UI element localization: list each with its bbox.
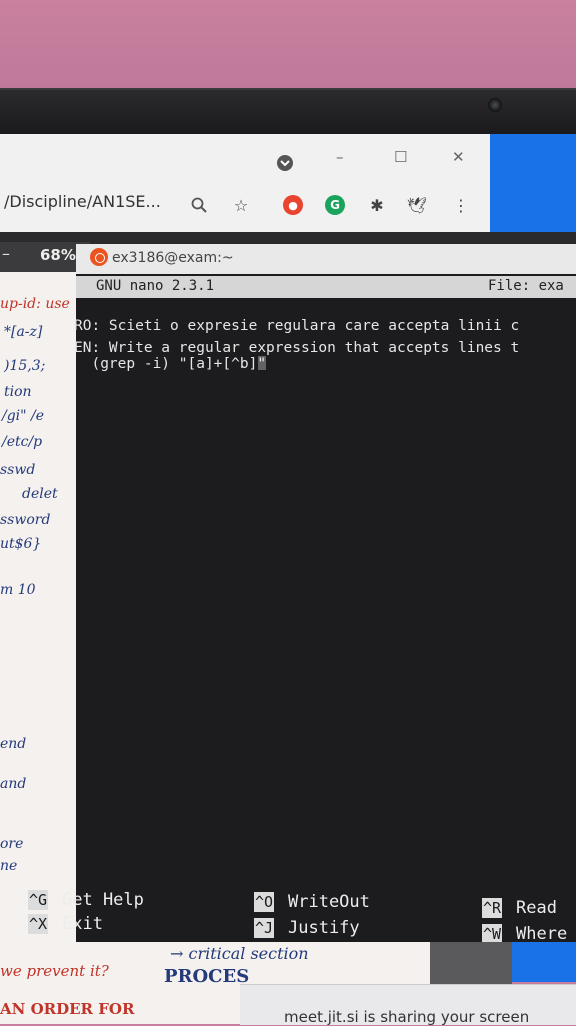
terminal-title: ex3186@exam:~ [112,250,234,266]
desktop-background [512,942,576,982]
extension-shield-icon[interactable]: ● [282,194,304,216]
grammarly-icon[interactable]: G [324,194,346,216]
shortcut-justify[interactable]: Justify [288,918,360,938]
note-line: /gi" /e [2,408,45,424]
address-bar-url[interactable]: /Discipline/AN1SE... [4,192,161,211]
note-line: we prevent it? [0,962,109,980]
profile-dropdown-icon[interactable] [276,154,294,176]
search-icon[interactable] [188,194,210,216]
text-cursor [258,356,267,370]
ubuntu-logo-icon [90,248,108,266]
note-line: ssword [0,512,51,528]
shortcut-key-writeout: ^O [254,892,275,912]
profile-avatar-icon[interactable]: 🕊 [406,194,428,216]
webcam-icon [488,98,502,112]
background-wall [0,0,576,92]
note-line: AN ORDER FOR [0,1000,135,1018]
note-line: m 10 [0,582,36,598]
zoom-out-button[interactable]: – [2,244,10,263]
note-line: tion [4,384,32,400]
shortcut-where[interactable]: Where [516,924,567,944]
close-button[interactable]: ✕ [452,148,465,166]
note-line: ut$6} [0,536,42,552]
note-line: ne [0,858,18,874]
shortcut-key-read: ^R [482,898,503,918]
maximize-button[interactable]: ☐ [394,148,407,166]
shortcut-exit[interactable]: Exit [62,914,103,934]
note-line: → critical section [170,944,309,963]
regex-text: (grep -i) "[a]+[^b]" [74,356,267,372]
note-line: *[a-z] [4,324,43,340]
note-line: /etc/p [2,434,43,450]
minimize-button[interactable]: – [336,148,344,166]
editor-line-en[interactable]: EN: Write a regular expression that acce… [74,340,519,356]
desktop-background [490,134,576,242]
note-line: up-id: use [0,296,70,312]
shortcut-get-help[interactable]: Get Help [62,890,144,910]
shortcut-read[interactable]: Read [516,898,557,918]
note-line: )15,3; [4,358,46,374]
browser-chrome [0,134,490,232]
shortcut-key-justify: ^J [254,918,275,938]
note-line: and [0,776,27,792]
taskbar-segment [430,942,512,984]
note-line: end [0,736,27,752]
editor-line-ro[interactable]: RO: Scieti o expresie regulara care acce… [74,318,519,334]
note-line: delet [22,486,58,502]
extensions-puzzle-icon[interactable]: ✱ [366,194,388,216]
note-line: ore [0,836,24,852]
nano-version: GNU nano 2.3.1 [96,278,215,294]
shortcut-key-where: ^W [482,924,503,944]
shortcut-key-exit: ^X [28,914,49,934]
note-line: PROCES [164,966,250,987]
monitor-bezel [0,88,576,140]
editor-line-regex[interactable]: (grep -i) "[a]+[^b]" [74,356,267,372]
shortcut-key-get-help: ^G [28,890,49,910]
zoom-level[interactable]: 68% [40,246,76,264]
note-line: sswd [0,462,36,478]
shortcut-writeout[interactable]: WriteOut [288,892,370,912]
screen-share-text: meet.jit.si is sharing your screen [284,1008,530,1026]
nano-file-label: File: exa [488,278,564,294]
bookmark-star-icon[interactable]: ☆ [230,194,252,216]
menu-kebab-icon[interactable]: ⋮ [450,194,472,216]
